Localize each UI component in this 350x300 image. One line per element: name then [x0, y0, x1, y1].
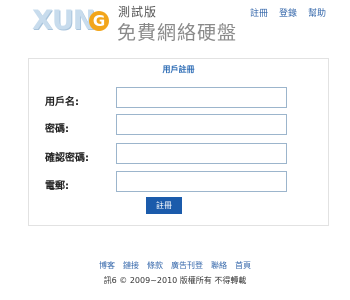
email-input[interactable] — [116, 171, 287, 192]
footer-link-contact[interactable]: 聯絡 — [211, 260, 227, 271]
footer-link-blog[interactable]: 博客 — [99, 260, 115, 271]
footer-link-links[interactable]: 鏈接 — [123, 260, 139, 271]
form-title: 用戶註冊 — [162, 65, 195, 74]
confirm-password-label: 確認密碼: — [45, 153, 89, 164]
footer-link-advertise[interactable]: 廣告刊登 — [171, 260, 203, 271]
logo-badge: G — [89, 11, 109, 31]
logo-text: XUN — [32, 5, 95, 36]
register-form: 用戶註冊 用戶名: 密碼: 確認密碼: 電郵: 註冊 — [28, 58, 329, 226]
password-label: 密碼: — [45, 124, 69, 135]
login-link[interactable]: 登錄 — [279, 6, 297, 19]
email-label: 電郵: — [45, 181, 69, 192]
confirm-password-input[interactable] — [116, 143, 287, 164]
footer-link-terms[interactable]: 條款 — [147, 260, 163, 271]
logo-subtitle: 免費網絡硬盤 — [117, 22, 238, 44]
register-link[interactable]: 註冊 — [250, 6, 268, 19]
top-nav: 註冊 登錄 幫助 — [250, 6, 326, 19]
footer-link-home[interactable]: 首頁 — [235, 260, 251, 271]
register-submit-button[interactable]: 註冊 — [146, 197, 182, 214]
username-input[interactable] — [116, 87, 287, 108]
footer-nav: 博客 鏈接 條款 廣告刊登 聯絡 首頁 — [0, 260, 350, 271]
password-input[interactable] — [116, 114, 287, 135]
help-link[interactable]: 幫助 — [308, 6, 326, 19]
copyright-text: 訊6 © 2009~2010 版權所有 不得轉載 — [103, 276, 247, 285]
username-label: 用戶名: — [45, 97, 79, 108]
